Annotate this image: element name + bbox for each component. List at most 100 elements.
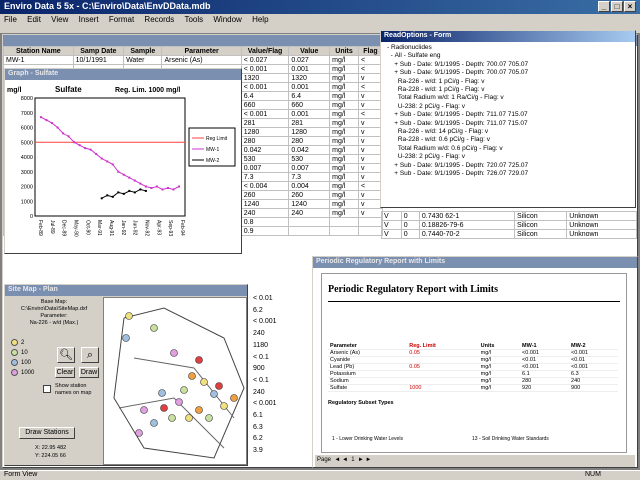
menu-insert[interactable]: Insert [75,14,103,25]
draw-stations-button[interactable]: Draw Stations [19,427,75,439]
station-marker[interactable] [135,429,143,437]
station-marker[interactable] [215,382,223,390]
zoom-out-button[interactable]: ⌕ [81,347,99,363]
grid-column-header[interactable]: Flag [357,46,384,56]
report-cell: Potassium [328,370,408,378]
station-marker[interactable] [220,402,228,410]
station-marker[interactable] [230,394,238,402]
zoom-in-button[interactable]: 🔍︎ [57,347,75,363]
menu-edit[interactable]: Edit [23,14,45,25]
tree-node[interactable]: + Sub - Date: 9/1/1995 - Depth: 720.07 7… [387,162,629,170]
grid-cell: 0.9 [240,226,290,236]
tree-node[interactable]: Total Radium w/d: 1 Ra/Ci/g - Flag: v [387,94,629,102]
map-info-line: C:\Enviro\Data\SiteMap.dxf [20,306,88,312]
menu-records[interactable]: Records [140,14,178,25]
minimize-button[interactable]: _ [598,1,610,12]
grid-cell: 0.042 [288,145,331,155]
grid-column-header[interactable]: Samp Date [72,46,125,56]
extra-values-column: < 0.01 6.2 < 0.001 240 1180 < 0.1 900 < 0.1 240 <… [253,293,303,457]
grid-cell: 0.027 [288,55,331,65]
legend-item: 10 [11,349,51,359]
grid-cell: < [357,181,384,191]
tree-node[interactable]: Ra-228 - w/d: 0.6 pCi/g - Flag: v [387,136,629,144]
grid-column-header[interactable]: Station Name [3,46,74,56]
table-row[interactable]: V 0 0.7440-70-2 Silicon Unknown [381,229,637,239]
station-marker[interactable] [168,414,176,422]
tree-node[interactable]: - All - Sulfate eng [387,52,629,60]
station-marker[interactable] [188,372,196,380]
station-marker[interactable] [170,349,178,357]
grid-cell: V [381,229,402,239]
tree-view[interactable]: - Radionuclides - All - Sulfate eng + Su… [381,42,635,181]
station-marker[interactable] [122,334,130,342]
menu-file[interactable]: File [0,14,21,25]
station-marker[interactable] [180,386,188,394]
menu-bar: File Edit View Insert Format Records Too… [0,14,640,26]
grid-column-header[interactable]: Sample [123,46,163,56]
grid-cell: mg/l [329,64,359,74]
grid-column-header[interactable]: Value/Flag [240,46,290,56]
tree-node[interactable]: U-238: 2 pCi/g - Flag: v [387,153,629,161]
station-marker[interactable] [200,378,208,386]
x-tick-label: Jun-92 [132,220,138,236]
tree-node[interactable]: Ra-226 - w/d: 1 pCi/g - Flag: v [387,78,629,86]
report-cell: Cyanide [328,356,408,364]
grid-cell: v [357,145,384,155]
close-button[interactable]: × [624,1,636,12]
menu-tools[interactable]: Tools [180,14,207,25]
grid-cell: 660 [240,100,290,110]
grid-cell: < 0.001 [240,64,290,74]
station-marker[interactable] [150,419,158,427]
table-row[interactable]: V 0 0.7430 62-1 Silicon Unknown [381,211,637,221]
tree-node[interactable]: + Sub - Date: 9/1/1995 - Depth: 711.07 7… [387,120,629,128]
station-marker[interactable] [140,406,148,414]
table-row[interactable]: MW-1 10/1/1991 Water Arsenic (As) < 0.027 0.0… [3,55,384,65]
station-marker[interactable] [205,414,213,422]
station-marker[interactable] [125,312,133,320]
clear-button[interactable]: Clear [55,367,75,378]
grid-cell: mg/l [329,109,359,119]
draw-button[interactable]: Draw [79,367,99,378]
y-tick-label: 6000 [21,126,33,132]
station-marker[interactable] [175,398,183,406]
show-names-checkbox[interactable] [43,385,51,393]
tree-node[interactable]: + Sub - Date: 9/1/1995 - Depth: 700.07 7… [387,61,629,69]
station-marker[interactable] [195,356,203,364]
tree-node[interactable]: - Radionuclides [387,44,629,52]
tree-node[interactable]: Total Radium w/d: 0.6 pCi/g - Flag: v [387,145,629,153]
station-marker[interactable] [195,406,203,414]
grid-cell: mg/l [329,199,359,209]
station-marker[interactable] [160,404,168,412]
maximize-button[interactable]: □ [611,1,623,12]
menu-format[interactable]: Format [105,14,138,25]
grid-cell: Unknown [566,220,637,230]
tree-node[interactable]: Ra-226 - w/d: 14 pCi/g - Flag: v [387,128,629,136]
grid-column-header[interactable]: Units [329,46,359,56]
tree-node[interactable]: + Sub - Date: 9/1/1995 - Depth: 726.07 7… [387,170,629,178]
station-marker[interactable] [150,324,158,332]
grid-cell: v [357,199,384,209]
tree-node[interactable]: + Sub - Date: 9/1/1995 - Depth: 700.07 7… [387,69,629,77]
grid-cell: 6.3 [253,423,263,431]
site-map[interactable] [103,297,247,465]
grid-cell: 240 [240,208,290,218]
menu-help[interactable]: Help [248,14,272,25]
tree-node[interactable]: Ra-228 - w/d: 1 pCi/g - Flag: v [387,86,629,94]
station-marker[interactable] [185,414,193,422]
grid-column-header[interactable]: Value [288,46,331,56]
grid-column-header[interactable]: Parameter [161,46,242,56]
menu-view[interactable]: View [47,14,72,25]
report-cell: <0.001 [520,363,570,371]
grid-cell: v [357,190,384,200]
chart-window-title: Graph - Sulfate [5,69,241,80]
tree-node[interactable]: U-238: 2 pCi/g - Flag: v [387,103,629,111]
menu-window[interactable]: Window [209,14,245,25]
grid-cell: < 0.1 [253,353,269,361]
tree-node[interactable]: + Sub - Date: 9/1/1995 - Depth: 711.07 7… [387,111,629,119]
table-row[interactable]: V 0 0.18826-79-6 Silicon Unknown [381,220,637,230]
station-marker[interactable] [210,390,218,398]
site-boundary [113,307,245,459]
station-marker[interactable] [158,389,166,397]
grid-cell [329,226,359,236]
page-nav[interactable]: ◄ ◄ 1 ► ► [333,457,371,463]
